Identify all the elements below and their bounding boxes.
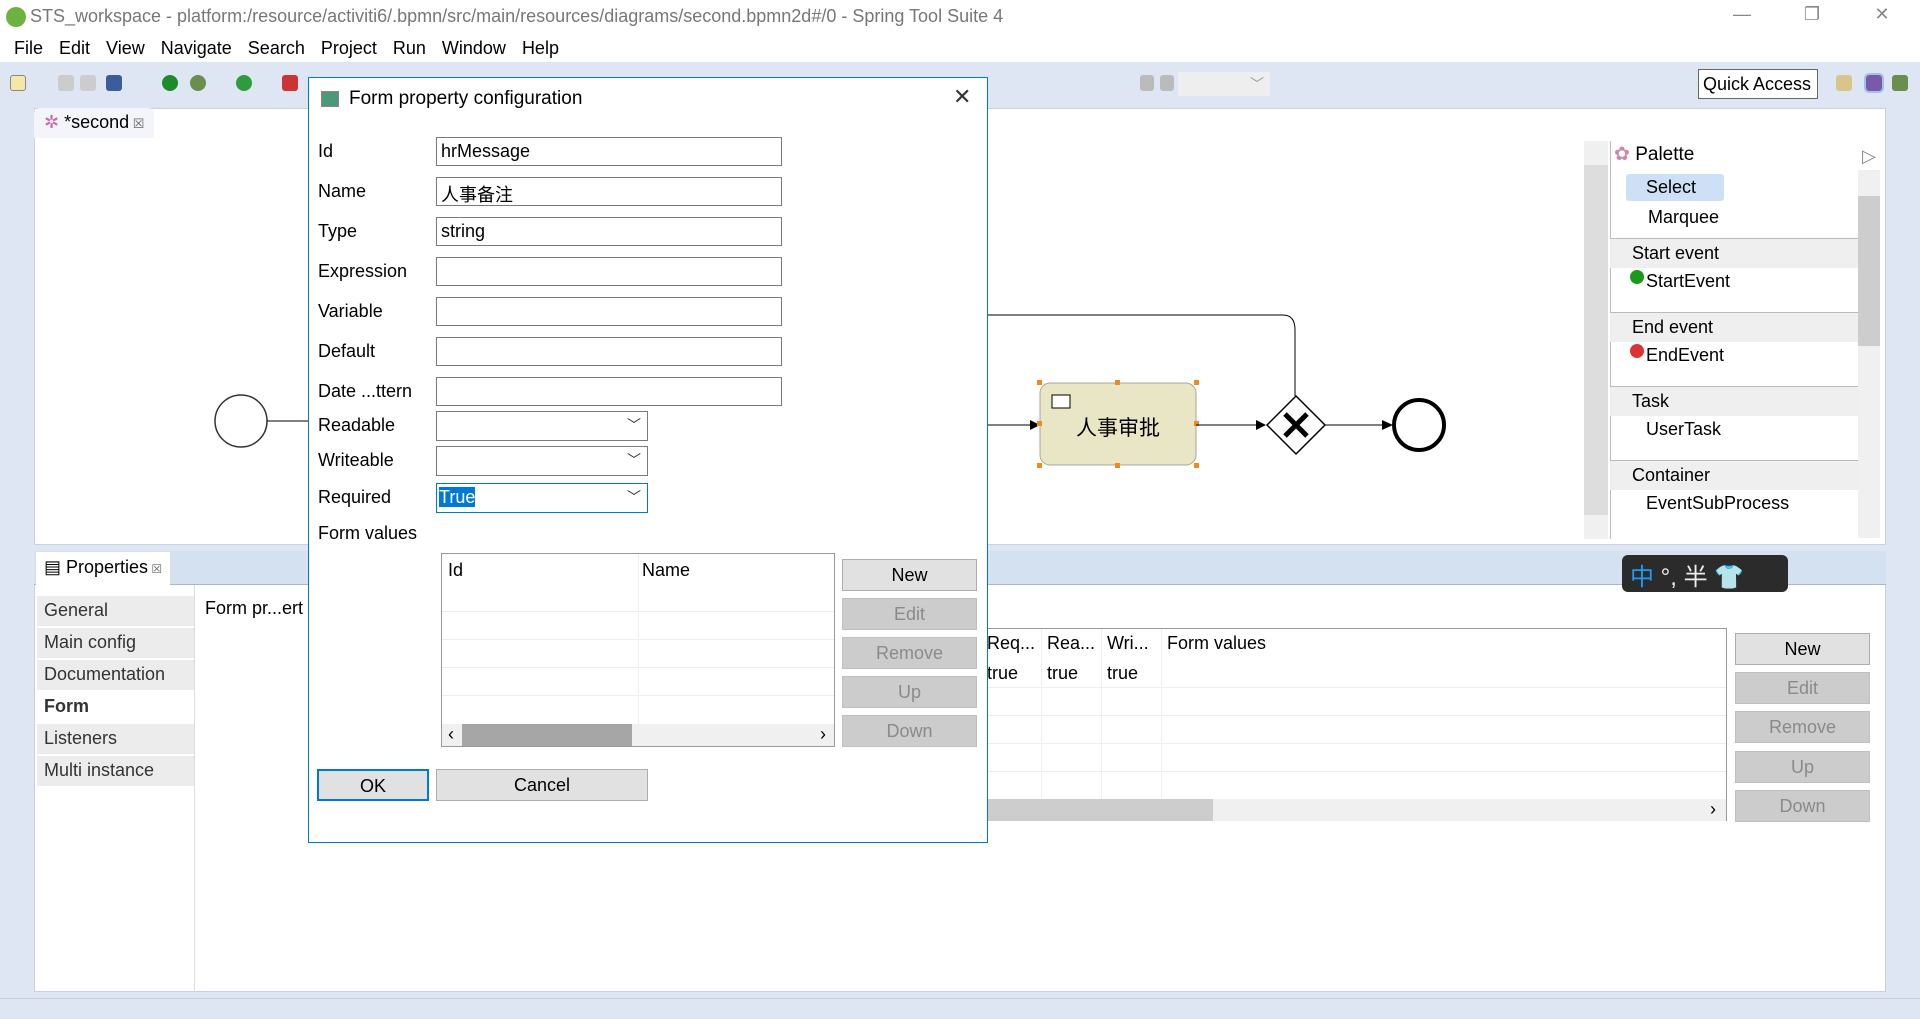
user-task-icon xyxy=(1051,394,1071,409)
expression-input[interactable] xyxy=(436,257,782,286)
palette-item-startevent[interactable]: StartEvent xyxy=(1646,271,1730,292)
chevron-down-icon: ﹀ xyxy=(627,417,641,433)
readable-select[interactable]: ﹀ xyxy=(436,411,648,441)
nav-form[interactable]: Form xyxy=(37,692,194,722)
properties-tab[interactable]: ▤ Properties ☒ xyxy=(36,552,171,585)
column-header[interactable]: Wri... xyxy=(1107,633,1149,654)
dialog-new-button[interactable]: New xyxy=(842,559,977,591)
ime-width[interactable]: 半 xyxy=(1684,564,1708,591)
end-event-icon xyxy=(1630,344,1644,358)
variable-label: Variable xyxy=(318,301,383,321)
scroll-right-icon[interactable]: › xyxy=(1710,799,1716,820)
close-dialog-button[interactable]: ✕ xyxy=(953,84,971,110)
down-button[interactable]: Down xyxy=(1735,790,1870,822)
default-input[interactable] xyxy=(436,337,782,366)
remove-button[interactable]: Remove xyxy=(1735,711,1870,743)
expression-label: Expression xyxy=(318,261,408,281)
ok-button[interactable]: OK xyxy=(317,769,429,801)
end-event[interactable] xyxy=(1392,398,1446,452)
form-property-dialog: Form property configuration ✕ Id hrMessa… xyxy=(308,77,988,843)
palette-item-eventsubprocess[interactable]: EventSubProcess xyxy=(1646,493,1789,514)
task-label: 人事审批 xyxy=(1076,417,1160,440)
ime-status-bar[interactable]: 中 °, 半 👕 xyxy=(1622,555,1788,592)
writeable-select[interactable]: ﹀ xyxy=(436,446,648,476)
ime-mode[interactable]: 中 xyxy=(1630,564,1654,591)
dialog-remove-button[interactable]: Remove xyxy=(842,637,977,669)
new-button[interactable]: New xyxy=(1735,633,1870,665)
palette-tool-select[interactable]: Select xyxy=(1626,174,1724,201)
date-pattern-label: Date ...ttern xyxy=(318,381,413,401)
palette-icon: ✿ xyxy=(1614,144,1630,165)
palette-section-start-event[interactable]: Start event xyxy=(1610,238,1858,268)
chevron-down-icon: ﹀ xyxy=(627,489,641,505)
required-select[interactable]: True ﹀ xyxy=(436,483,648,513)
column-header[interactable]: Form values xyxy=(1167,633,1266,654)
type-input[interactable]: string xyxy=(436,217,782,246)
scrollbar-thumb[interactable] xyxy=(462,724,632,746)
palette-item-usertask[interactable]: UserTask xyxy=(1646,419,1721,440)
dialog-icon xyxy=(321,91,339,107)
dialog-edit-button[interactable]: Edit xyxy=(842,598,977,630)
palette-tool-marquee[interactable]: Marquee xyxy=(1628,207,1719,228)
start-event-icon xyxy=(1630,270,1644,284)
diagram-vertical-scrollbar[interactable] xyxy=(1584,141,1608,539)
writeable-label: Writeable xyxy=(318,450,394,470)
dialog-down-button[interactable]: Down xyxy=(842,715,977,747)
column-header-id[interactable]: Id xyxy=(448,560,463,581)
table-cell: true xyxy=(987,663,1019,683)
palette-section-container[interactable]: Container xyxy=(1610,460,1858,490)
required-label: Required xyxy=(318,487,392,507)
skin-icon[interactable]: 👕 xyxy=(1714,564,1744,591)
nav-documentation[interactable]: Documentation xyxy=(37,660,194,690)
start-event[interactable] xyxy=(214,394,268,448)
palette-title: ✿ Palette xyxy=(1614,144,1695,165)
table-cell: true xyxy=(1047,663,1079,683)
id-label: Id xyxy=(318,141,334,161)
scroll-right-icon[interactable]: › xyxy=(820,724,826,745)
id-input[interactable]: hrMessage xyxy=(436,137,782,166)
column-header[interactable]: Rea... xyxy=(1047,633,1095,654)
column-header[interactable]: Req... xyxy=(987,633,1035,654)
form-values-table[interactable]: Id Name ‹ › xyxy=(441,553,835,747)
dialog-up-button[interactable]: Up xyxy=(842,676,977,708)
status-bar xyxy=(0,998,1920,1019)
table-cell: true xyxy=(1107,663,1139,683)
properties-icon: ▤ xyxy=(44,557,67,577)
form-properties-label: Form pr...ert xyxy=(205,598,304,618)
dialog-title: Form property configuration xyxy=(349,88,583,109)
name-label: Name xyxy=(318,181,367,201)
readable-label: Readable xyxy=(318,415,396,435)
chevron-down-icon: ﹀ xyxy=(627,452,641,468)
palette-scrollbar[interactable] xyxy=(1858,170,1880,538)
palette-section-task[interactable]: Task xyxy=(1610,386,1858,416)
nav-general[interactable]: General xyxy=(37,596,194,626)
horizontal-scrollbar[interactable]: ‹ › xyxy=(442,724,834,746)
palette-collapse-icon[interactable]: ▷ xyxy=(1862,146,1876,167)
form-values-label: Form values xyxy=(318,523,418,543)
nav-multi-instance[interactable]: Multi instance xyxy=(37,756,194,786)
palette-item-endevent[interactable]: EndEvent xyxy=(1646,345,1724,366)
scroll-left-icon[interactable]: ‹ xyxy=(448,724,454,745)
cancel-button[interactable]: Cancel xyxy=(436,769,648,801)
palette-section-end-event[interactable]: End event xyxy=(1610,312,1858,342)
column-header-name[interactable]: Name xyxy=(642,560,690,581)
name-input[interactable]: 人事备注 xyxy=(436,177,782,206)
nav-main-config[interactable]: Main config xyxy=(37,628,194,658)
up-button[interactable]: Up xyxy=(1735,751,1870,783)
ime-punctuation[interactable]: °, xyxy=(1661,564,1677,591)
edit-button[interactable]: Edit xyxy=(1735,672,1870,704)
type-label: Type xyxy=(318,221,358,241)
form-properties-table[interactable]: Req... Rea... Wri... Form values true tr… xyxy=(987,628,1727,821)
table-horizontal-scrollbar[interactable]: › xyxy=(987,799,1726,821)
variable-input[interactable] xyxy=(436,297,782,326)
date-pattern-input[interactable] xyxy=(436,377,782,406)
default-label: Default xyxy=(318,341,376,361)
nav-listeners[interactable]: Listeners xyxy=(37,724,194,754)
